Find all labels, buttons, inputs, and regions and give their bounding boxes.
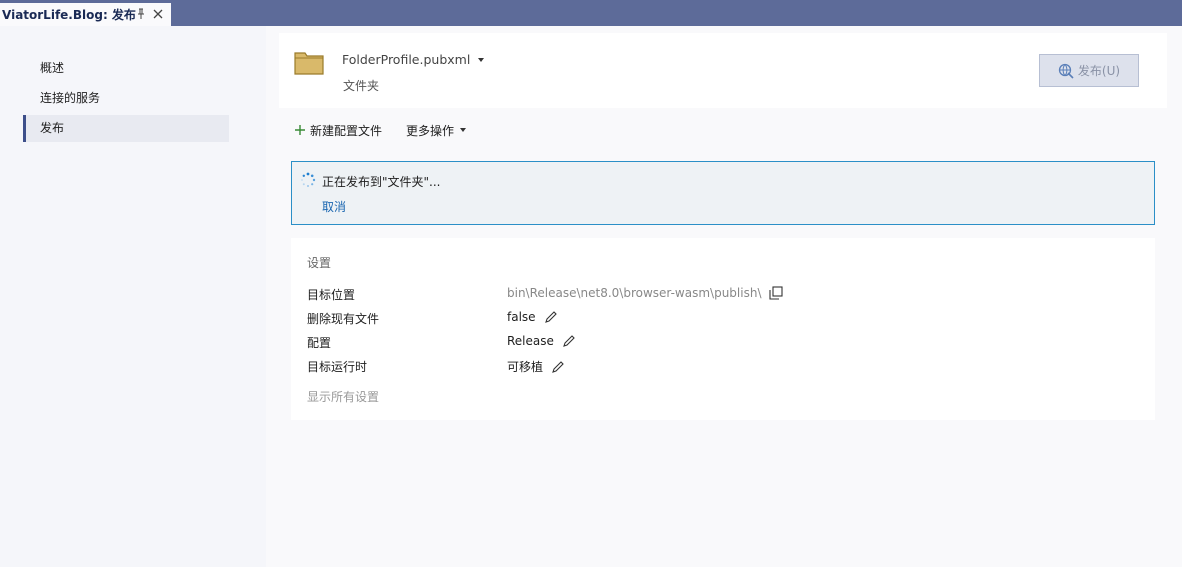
sidebar-item-overview[interactable]: 概述 xyxy=(24,55,229,82)
settings-title: 设置 xyxy=(307,256,332,270)
plus-icon xyxy=(295,125,305,135)
settings-value: 可移植 xyxy=(507,358,565,375)
sidebar-item-publish[interactable]: 发布 xyxy=(23,115,229,142)
delete-existing-value: false xyxy=(507,310,536,324)
settings-label: 目标运行时 xyxy=(307,360,368,374)
show-all-settings-link[interactable]: 显示所有设置 xyxy=(307,388,379,405)
document-tab-title: ViatorLife.Blog: 发布 xyxy=(2,8,136,22)
settings-label: 目标位置 xyxy=(307,288,356,302)
settings-row-target-location: 目标位置 bin\Release\net8.0\browser-wasm\pub… xyxy=(307,284,1147,304)
publish-button[interactable]: 发布(U) xyxy=(1039,54,1139,87)
more-actions-button[interactable]: 更多操作 xyxy=(406,122,467,139)
edit-pencil-icon[interactable] xyxy=(562,334,576,348)
publish-button-label: 发布(U) xyxy=(1077,64,1121,78)
close-icon[interactable] xyxy=(152,8,164,20)
more-actions-label: 更多操作 xyxy=(406,123,455,138)
settings-row-configuration: 配置 Release xyxy=(307,332,1147,352)
target-runtime-value: 可移植 xyxy=(507,360,544,374)
edit-pencil-icon[interactable] xyxy=(551,360,565,374)
pin-icon[interactable] xyxy=(136,8,146,20)
cancel-link[interactable]: 取消 xyxy=(322,198,346,215)
progress-panel: 正在发布到"文件夹"... 取消 xyxy=(291,161,1155,225)
settings-value: false xyxy=(507,310,558,324)
edit-pencil-icon[interactable] xyxy=(544,310,558,324)
settings-row-delete-existing: 删除现有文件 false xyxy=(307,308,1147,328)
progress-message: 正在发布到"文件夹"... xyxy=(322,175,441,189)
configuration-value: Release xyxy=(507,334,554,348)
chevron-down-icon xyxy=(478,57,485,62)
sidebar-item-connected-services[interactable]: 连接的服务 xyxy=(24,85,229,112)
spinner-icon xyxy=(301,172,316,187)
chevron-down-icon xyxy=(460,128,467,132)
settings-row-target-runtime: 目标运行时 可移植 xyxy=(307,356,1147,376)
target-location-value: bin\Release\net8.0\browser-wasm\publish\ xyxy=(507,286,762,300)
publish-globe-icon xyxy=(1058,63,1074,79)
settings-label: 删除现有文件 xyxy=(307,312,380,326)
new-profile-label: 新建配置文件 xyxy=(310,123,383,138)
folder-icon xyxy=(294,52,324,75)
settings-value: bin\Release\net8.0\browser-wasm\publish\ xyxy=(507,286,784,300)
copy-icon[interactable] xyxy=(769,286,784,300)
title-bar: ViatorLife.Blog: 发布 xyxy=(0,0,1182,26)
profile-selector[interactable]: FolderProfile.pubxml xyxy=(342,52,485,67)
profile-name: FolderProfile.pubxml xyxy=(342,52,471,67)
profile-card: FolderProfile.pubxml 文件夹 发布(U) xyxy=(279,33,1167,108)
profile-type: 文件夹 xyxy=(343,79,380,93)
new-profile-button[interactable]: 新建配置文件 xyxy=(294,122,382,139)
action-bar: 新建配置文件 更多操作 xyxy=(294,120,467,140)
settings-value: Release xyxy=(507,334,576,348)
settings-card: 设置 目标位置 bin\Release\net8.0\browser-wasm\… xyxy=(291,238,1155,420)
document-tab[interactable]: ViatorLife.Blog: 发布 xyxy=(0,3,171,26)
settings-label: 配置 xyxy=(307,336,332,350)
